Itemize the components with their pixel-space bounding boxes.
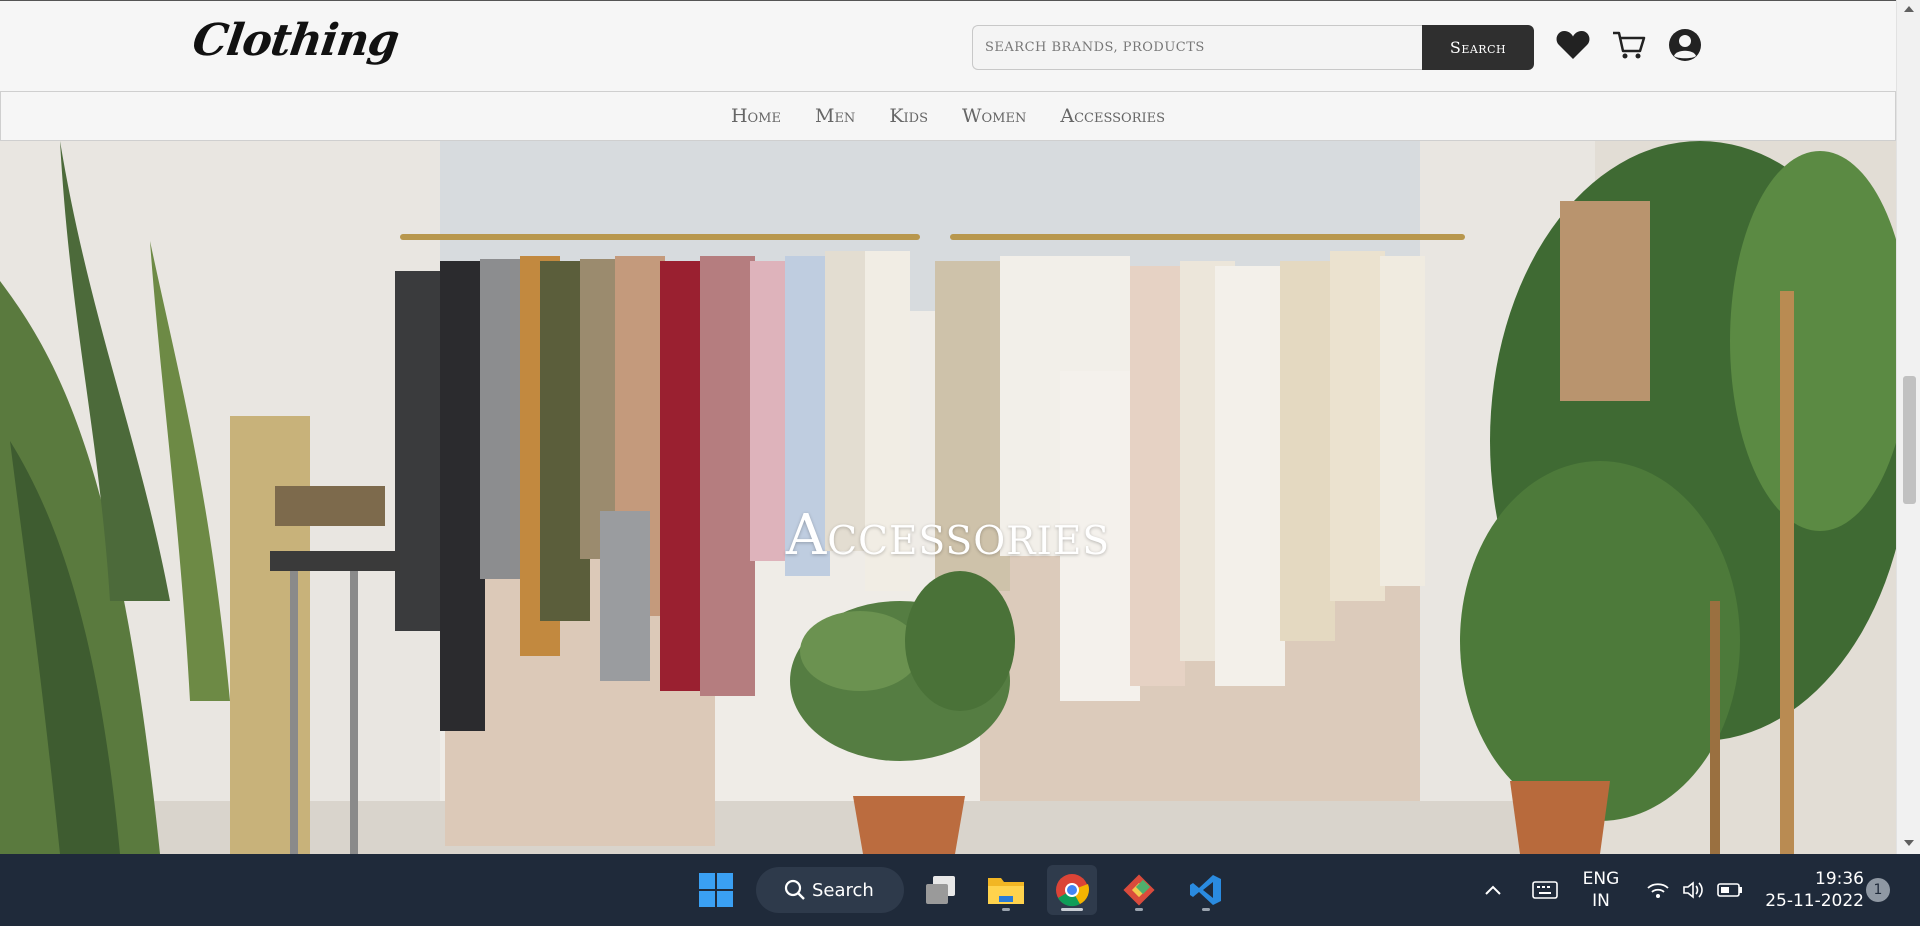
hero-banner: Accessories — [0, 141, 1896, 854]
search-button[interactable]: Search — [1422, 25, 1534, 70]
search-input[interactable] — [972, 25, 1422, 70]
page-scrollbar[interactable] — [1896, 0, 1920, 854]
heart-icon[interactable] — [1553, 25, 1593, 65]
vscode-icon[interactable] — [1181, 865, 1231, 915]
hero-title: Accessories — [785, 503, 1111, 568]
language-indicator[interactable]: ENG IN — [1574, 868, 1628, 912]
language-region: IN — [1592, 891, 1610, 911]
site-header: Clothing Search — [0, 0, 1896, 91]
scroll-thumb[interactable] — [1903, 376, 1916, 504]
cart-icon[interactable] — [1609, 25, 1649, 65]
nav-home[interactable]: Home — [731, 105, 781, 127]
running-indicator — [1002, 908, 1010, 911]
windows-start-icon[interactable] — [691, 865, 741, 915]
running-indicator — [1135, 908, 1143, 911]
taskbar-search[interactable]: Search — [756, 867, 904, 913]
main-nav: Home Men Kids Women Accessories — [0, 91, 1896, 141]
task-view-icon[interactable] — [916, 865, 966, 915]
scroll-down-arrow-icon[interactable] — [1904, 840, 1914, 846]
taskbar-search-label: Search — [812, 879, 874, 901]
running-indicator — [1202, 908, 1210, 911]
wifi-icon[interactable] — [1640, 865, 1676, 915]
clock-date: 25-11-2022 — [1765, 891, 1864, 911]
nav-men[interactable]: Men — [815, 105, 855, 127]
git-icon[interactable] — [1114, 865, 1164, 915]
nav-women[interactable]: Women — [962, 105, 1026, 127]
language-code: ENG — [1582, 869, 1620, 889]
user-circle-icon[interactable] — [1665, 25, 1705, 65]
site-logo[interactable]: Clothing — [189, 15, 401, 66]
battery-icon[interactable] — [1712, 865, 1748, 915]
nav-accessories[interactable]: Accessories — [1060, 105, 1165, 127]
chrome-icon[interactable] — [1047, 865, 1097, 915]
chevron-up-icon[interactable] — [1478, 865, 1508, 915]
browser-viewport: Clothing Search Home Men Kids Women Acce… — [0, 0, 1920, 854]
notification-badge[interactable]: 1 — [1866, 878, 1890, 902]
clock-time: 19:36 — [1815, 869, 1864, 889]
windows-taskbar: Search ENG IN 19:36 25-11-2022 1 — [0, 854, 1920, 926]
active-indicator — [1061, 908, 1083, 911]
volume-icon[interactable] — [1676, 865, 1712, 915]
hero-clothing-rack-image — [0, 141, 1896, 854]
clock[interactable]: 19:36 25-11-2022 — [1760, 868, 1864, 912]
scroll-up-arrow-icon[interactable] — [1904, 6, 1914, 12]
search-icon — [784, 879, 806, 906]
file-explorer-icon[interactable] — [981, 865, 1031, 915]
keyboard-icon[interactable] — [1520, 865, 1570, 915]
nav-kids[interactable]: Kids — [889, 105, 928, 127]
